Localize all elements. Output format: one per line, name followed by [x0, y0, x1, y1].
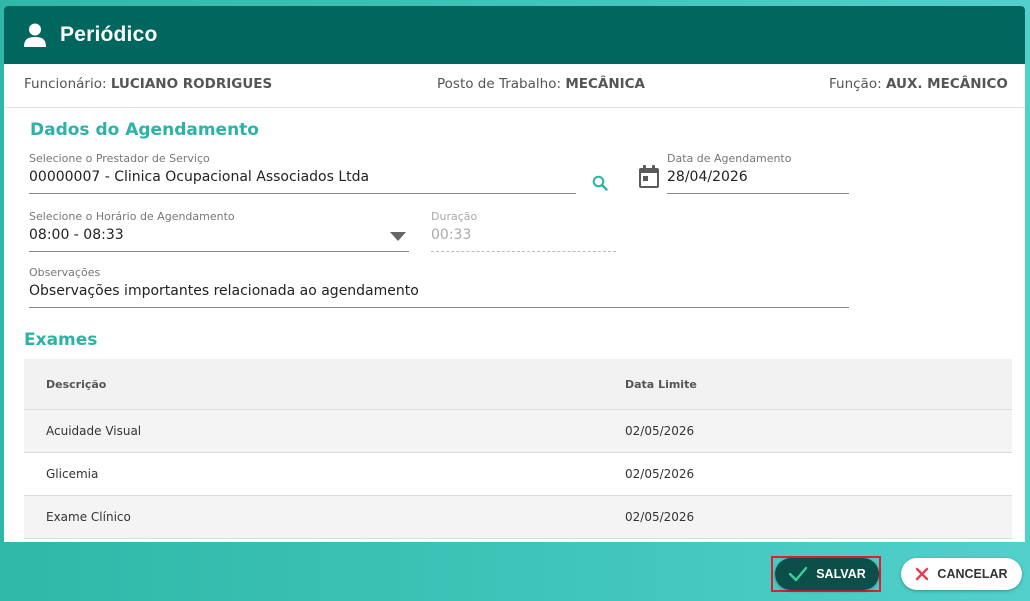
dialog-header: Periódico — [4, 6, 1025, 64]
employee-info: Funcionário: LUCIANO RODRIGUES — [24, 76, 272, 92]
save-button[interactable]: SALVAR — [775, 558, 879, 590]
time-select[interactable]: 08:00 - 08:33 — [29, 226, 409, 252]
exams-section-title: Exames — [24, 330, 98, 350]
exams-table: Descrição Data Limite Acuidade Visual 02… — [24, 359, 1012, 539]
workstation-info: Posto de Trabalho: MECÂNICA — [437, 76, 645, 92]
exam-description: Exame Clínico — [46, 510, 131, 524]
user-icon — [24, 23, 46, 47]
time-field[interactable]: Selecione o Horário de Agendamento 08:00… — [29, 210, 409, 252]
exam-deadline: 02/05/2026 — [625, 424, 695, 438]
table-row[interactable]: Exame Clínico 02/05/2026 — [24, 496, 1012, 539]
search-icon[interactable] — [592, 175, 608, 191]
close-icon — [916, 567, 929, 581]
exam-description: Glicemia — [46, 467, 99, 481]
time-label: Selecione o Horário de Agendamento — [29, 210, 235, 223]
table-row[interactable]: Glicemia 02/05/2026 — [24, 453, 1012, 496]
scheduling-section-title: Dados do Agendamento — [30, 120, 259, 140]
date-field[interactable]: Data de Agendamento 28/04/2026 — [667, 152, 849, 194]
date-input[interactable]: 28/04/2026 — [667, 168, 849, 194]
cancel-button[interactable]: CANCELAR — [901, 558, 1022, 590]
checkmark-icon — [789, 566, 808, 582]
duration-input: 00:33 — [431, 226, 616, 252]
employee-value: LUCIANO RODRIGUES — [110, 76, 273, 92]
role-info: Função: AUX. MECÂNICO — [829, 76, 1008, 92]
exam-deadline: 02/05/2026 — [625, 510, 695, 524]
duration-label: Duração — [431, 210, 478, 223]
table-row[interactable]: Acuidade Visual 02/05/2026 — [24, 410, 1012, 453]
date-label: Data de Agendamento — [667, 152, 792, 165]
schedule-dialog: Periódico Funcionário: LUCIANO RODRIGUES… — [4, 6, 1025, 542]
notes-field[interactable]: Observações Observações importantes rela… — [29, 266, 849, 308]
provider-field[interactable]: Selecione o Prestador de Serviço 0000000… — [29, 152, 576, 194]
workstation-value: MECÂNICA — [565, 76, 646, 92]
save-button-label: SALVAR — [816, 567, 866, 581]
exam-description: Acuidade Visual — [46, 424, 142, 438]
role-label: Função: — [829, 76, 882, 92]
exam-deadline: 02/05/2026 — [625, 467, 695, 481]
notes-input[interactable]: Observações importantes relacionada ao a… — [29, 282, 849, 308]
chevron-down-icon[interactable] — [390, 232, 406, 241]
notes-label: Observações — [29, 266, 101, 279]
employee-info-bar: Funcionário: LUCIANO RODRIGUES Posto de … — [4, 64, 1025, 108]
cancel-button-label: CANCELAR — [937, 567, 1008, 581]
calendar-icon[interactable] — [638, 165, 660, 189]
column-header-deadline[interactable]: Data Limite — [625, 378, 1012, 391]
role-value: AUX. MECÂNICO — [885, 76, 1008, 92]
table-header: Descrição Data Limite — [24, 359, 1012, 410]
employee-label: Funcionário: — [24, 76, 107, 92]
workstation-label: Posto de Trabalho: — [437, 76, 562, 92]
column-header-description[interactable]: Descrição — [24, 378, 625, 391]
provider-label: Selecione o Prestador de Serviço — [29, 152, 210, 165]
dialog-title: Periódico — [60, 23, 158, 46]
duration-field: Duração 00:33 — [431, 210, 616, 252]
provider-input[interactable]: 00000007 - Clinica Ocupacional Associado… — [29, 168, 576, 194]
